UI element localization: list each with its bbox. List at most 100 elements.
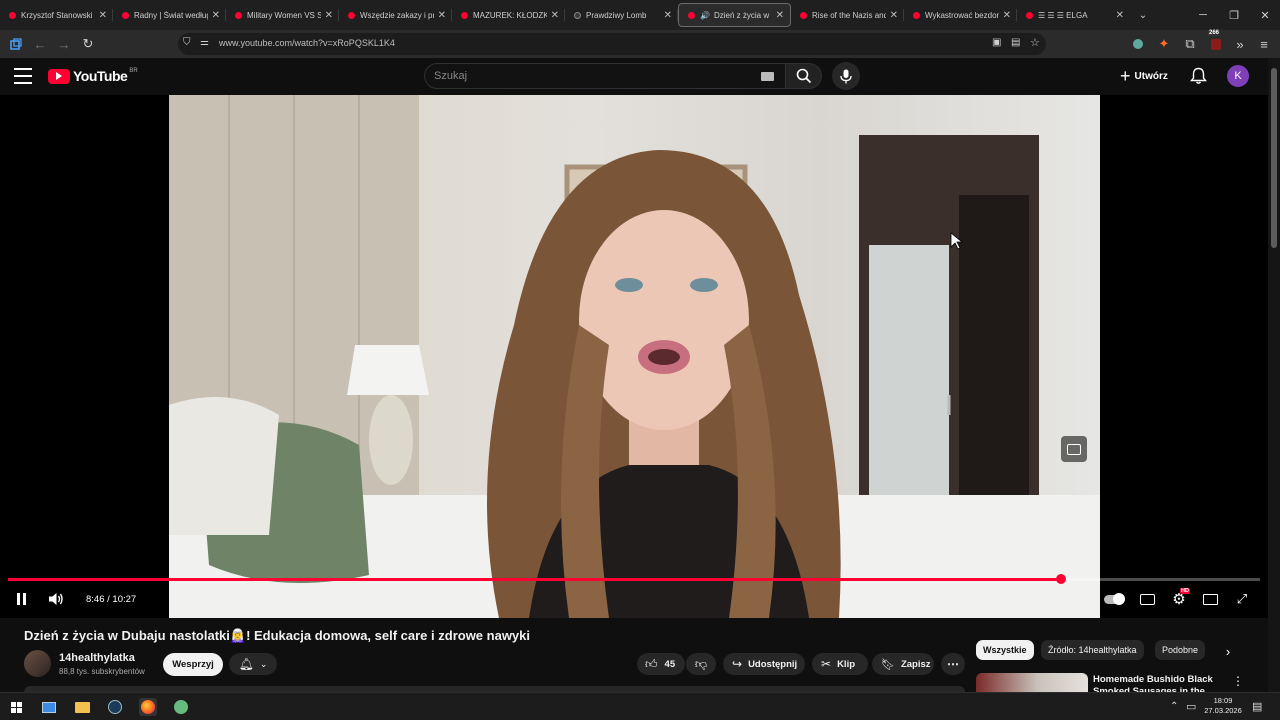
chevron-right-icon[interactable]: › [1219, 642, 1237, 660]
account-avatar[interactable]: K [1227, 65, 1249, 87]
more-vertical-icon[interactable]: ⋮ [1232, 674, 1244, 690]
search-button[interactable] [785, 63, 822, 89]
reader-view-icon[interactable]: ▤ [1011, 37, 1020, 48]
notifications-dropdown-button[interactable]: 🔔︎ ⌄ [229, 653, 277, 675]
recommended-video-title[interactable]: Homemade Bushido Black Smoked Sausages i… [1093, 674, 1218, 692]
ublock-extension-icon[interactable]: 266 [1207, 30, 1225, 53]
hamburger-menu-icon[interactable] [14, 68, 32, 84]
miniplayer-overlay-button[interactable] [1061, 436, 1087, 462]
steam-icon[interactable] [106, 698, 124, 716]
windows-start-icon[interactable] [7, 698, 25, 716]
voice-search-button[interactable] [832, 62, 860, 90]
recommended-video-thumbnail[interactable] [976, 673, 1088, 692]
video-player[interactable]: 8:46 / 10:27 ⚙ HD ⤢ [0, 95, 1268, 618]
restore-window-icon[interactable]: ❐ [1217, 0, 1251, 30]
chip-related[interactable]: Podobne [1155, 640, 1206, 660]
more-actions-button[interactable]: ⋯ [941, 653, 965, 675]
close-tab-icon[interactable]: ✕ [1003, 10, 1011, 21]
network-icon[interactable]: ▭ [1186, 700, 1196, 713]
close-tab-icon[interactable]: ✕ [664, 10, 672, 21]
subtitles-button[interactable] [1138, 589, 1156, 609]
taskbar-clock[interactable]: 18:09 27.03.2026 [1203, 696, 1243, 716]
create-button[interactable]: + Utwórz [1120, 67, 1168, 85]
autoplay-toggle[interactable] [1103, 589, 1125, 609]
computer-icon[interactable] [40, 698, 58, 716]
share-button[interactable]: ↪ Udostępnij [723, 653, 805, 675]
fullscreen-icon: ⤢ [1236, 591, 1248, 606]
close-tab-icon[interactable]: ✕ [890, 10, 898, 21]
bookmark-star-icon[interactable]: ☆ [1030, 36, 1040, 49]
fullscreen-button[interactable]: ⤢ [1233, 589, 1251, 609]
like-count: 45 [664, 658, 676, 670]
app-icon[interactable] [172, 698, 190, 716]
screenshot-icon[interactable]: ▣ [992, 37, 1001, 48]
shield-icon[interactable]: ⛉ [183, 37, 191, 48]
chip-from-channel[interactable]: Źródło: 14healthylatka [1041, 640, 1144, 660]
youtube-favicon-icon [913, 11, 920, 19]
keyboard-icon[interactable] [761, 72, 774, 81]
youtube-logo[interactable]: YouTube BR [48, 68, 138, 84]
close-tab-icon[interactable]: ✕ [212, 10, 220, 21]
close-tab-icon[interactable]: ✕ [325, 10, 333, 21]
browser-menu-icon[interactable]: ≡ [1255, 35, 1273, 53]
close-tab-icon[interactable]: ✕ [551, 10, 559, 21]
dislike-button[interactable]: 👎︎ [686, 653, 716, 675]
browser-tab[interactable]: Radny | Świat według ✕ [113, 0, 226, 30]
clip-button[interactable]: ✂ Klip [812, 653, 868, 675]
channel-avatar[interactable] [24, 650, 51, 677]
thumbs-down-icon: 👎︎ [694, 656, 708, 671]
channel-name[interactable]: 14healthylatka [59, 652, 135, 664]
forward-icon[interactable]: → [55, 35, 73, 53]
site-settings-icon[interactable]: ⚌ [200, 37, 209, 48]
reload-icon[interactable]: ↻ [79, 35, 97, 53]
vpn-extension-icon[interactable] [1129, 35, 1147, 53]
more-tools-icon[interactable]: » [1231, 35, 1249, 53]
address-bar[interactable]: ⛉ ⚌ www.youtube.com/watch?v=xRoPQSKL1K4 … [178, 33, 1046, 55]
taskbar-date: 27.03.2026 [1204, 706, 1242, 715]
pause-button[interactable] [12, 589, 30, 609]
chip-all[interactable]: Wszystkie [976, 640, 1034, 660]
tab-title: Military Women VS S [247, 10, 321, 20]
firefox-icon[interactable] [139, 698, 157, 716]
tab-list-dropdown-icon[interactable]: ⌄ [1130, 10, 1156, 21]
settings-button[interactable]: ⚙ HD [1169, 588, 1190, 609]
browser-tab-active[interactable]: 🔊 Dzień z życia w D ✕ [678, 3, 791, 27]
audio-playing-icon[interactable]: 🔊 [700, 11, 710, 20]
close-tab-icon[interactable]: ✕ [438, 10, 446, 21]
notification-center-icon[interactable]: ▤ [1252, 700, 1262, 713]
browser-tab[interactable]: Rise of the Nazis and ✕ [791, 0, 904, 30]
close-tab-icon[interactable]: ✕ [1116, 10, 1124, 21]
browser-tab[interactable]: ☰ ☰ ☰ ELGA ✕ [1017, 0, 1130, 30]
youtube-favicon-icon [235, 11, 242, 19]
tab-manager-icon[interactable] [7, 35, 25, 53]
browser-tab[interactable]: Wszędzie zakazy i pr ✕ [339, 0, 452, 30]
browser-tab[interactable]: Wykastrować bezdom ✕ [904, 0, 1017, 30]
browser-tab[interactable]: Prawdziwy Lomb ✕ [565, 0, 678, 30]
minimize-window-icon[interactable]: ─ [1186, 0, 1220, 30]
save-button[interactable]: 🔖︎ Zapisz [872, 653, 934, 675]
notifications-bell-icon[interactable] [1190, 67, 1207, 90]
page-scrollbar[interactable] [1268, 58, 1280, 692]
close-window-icon[interactable]: ✕ [1248, 0, 1280, 30]
browser-tab[interactable]: Krzysztof Stanowski ✕ [0, 0, 113, 30]
support-button[interactable]: Wesprzyj [163, 653, 223, 676]
fox-extension-icon[interactable]: ✦ [1155, 35, 1173, 53]
hd-badge: HD [1180, 588, 1190, 594]
volume-button[interactable] [46, 589, 66, 609]
back-icon[interactable]: ← [31, 35, 49, 53]
search-input[interactable]: Szukaj [424, 63, 786, 89]
theater-mode-button[interactable] [1201, 589, 1219, 609]
video-frame[interactable] [169, 95, 1100, 618]
progress-scrubber-handle[interactable] [1056, 574, 1066, 584]
browser-tab[interactable]: Military Women VS S ✕ [226, 0, 339, 30]
browser-tab[interactable]: MAZUREK: KŁODZKO ✕ [452, 0, 565, 30]
file-explorer-icon[interactable] [73, 698, 91, 716]
close-tab-icon[interactable]: ✕ [776, 10, 784, 21]
extensions-puzzle-icon[interactable]: ⧉ [1181, 35, 1199, 53]
like-button[interactable]: 👍︎ 45 [637, 653, 685, 675]
close-tab-icon[interactable]: ✕ [99, 10, 107, 21]
scrollbar-thumb[interactable] [1271, 68, 1277, 248]
url-text[interactable]: www.youtube.com/watch?v=xRoPQSKL1K4 [219, 38, 395, 48]
chevron-up-icon[interactable]: ⌃ [1170, 701, 1178, 712]
progress-bar[interactable] [8, 574, 1260, 584]
